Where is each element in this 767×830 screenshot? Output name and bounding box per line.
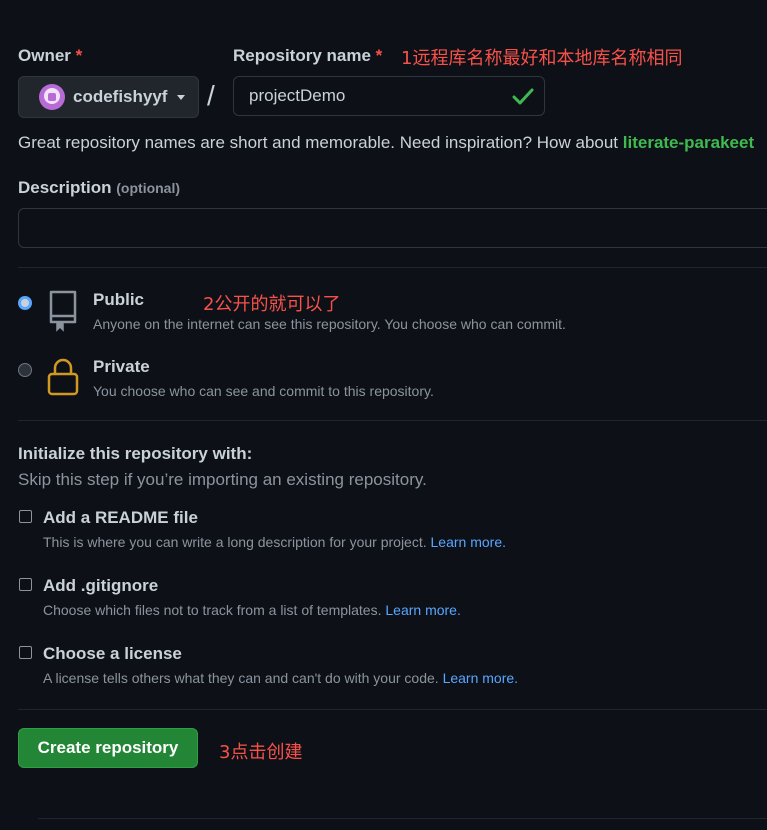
gitignore-desc: Choose which files not to track from a l…: [43, 602, 461, 618]
owner-repo-separator: /: [207, 80, 215, 111]
license-title: Choose a license: [43, 644, 182, 663]
learn-more-link[interactable]: Learn more.: [385, 602, 460, 618]
divider: [18, 709, 767, 710]
license-desc: A license tells others what they can and…: [43, 670, 519, 686]
optional-note: (optional): [116, 180, 181, 196]
init-subheading: Skip this step if you’re importing an ex…: [18, 470, 427, 489]
private-radio[interactable]: [18, 363, 32, 377]
public-subtitle: Anyone on the internet can see this repo…: [93, 316, 566, 332]
lock-icon: [47, 358, 79, 396]
gitignore-checkbox[interactable]: [19, 578, 32, 591]
footer-divider: [38, 818, 767, 819]
public-title: Public: [93, 290, 145, 309]
avatar: [39, 84, 65, 110]
owner-select[interactable]: codefishyyf: [18, 76, 199, 118]
learn-more-link[interactable]: Learn more.: [443, 670, 518, 686]
owner-label: Owner *: [18, 46, 83, 65]
readme-desc: This is where you can write a long descr…: [43, 534, 506, 550]
repo-name-input[interactable]: [233, 76, 545, 116]
private-subtitle: You choose who can see and commit to thi…: [93, 383, 434, 399]
public-radio[interactable]: [18, 296, 32, 310]
private-title: Private: [93, 357, 150, 376]
create-repository-button[interactable]: Create repository: [18, 728, 198, 768]
readme-title: Add a README file: [43, 508, 198, 527]
license-checkbox[interactable]: [19, 646, 32, 659]
readme-checkbox[interactable]: [19, 510, 32, 523]
check-icon: [512, 88, 534, 105]
annotation-2: 2公开的就可以了: [203, 294, 341, 315]
learn-more-link[interactable]: Learn more.: [431, 534, 506, 550]
repo-book-icon: [49, 290, 77, 332]
repo-name-label: Repository name *: [233, 46, 383, 65]
description-input[interactable]: [18, 208, 767, 248]
init-heading: Initialize this repository with:: [18, 444, 253, 463]
owner-name: codefishyyf: [73, 87, 168, 106]
name-hint: Great repository names are short and mem…: [18, 133, 754, 153]
gitignore-title: Add .gitignore: [43, 576, 159, 595]
caret-down-icon: [177, 94, 186, 100]
annotation-1: 1远程库名称最好和本地库名称相同: [401, 48, 683, 69]
description-label: Description (optional): [18, 178, 181, 197]
divider: [18, 420, 767, 421]
name-suggestion-link[interactable]: literate-parakeet: [623, 133, 754, 152]
name-hint-text: Great repository names are short and mem…: [18, 133, 623, 152]
divider: [18, 267, 767, 268]
annotation-3: 3点击创建: [219, 742, 303, 763]
